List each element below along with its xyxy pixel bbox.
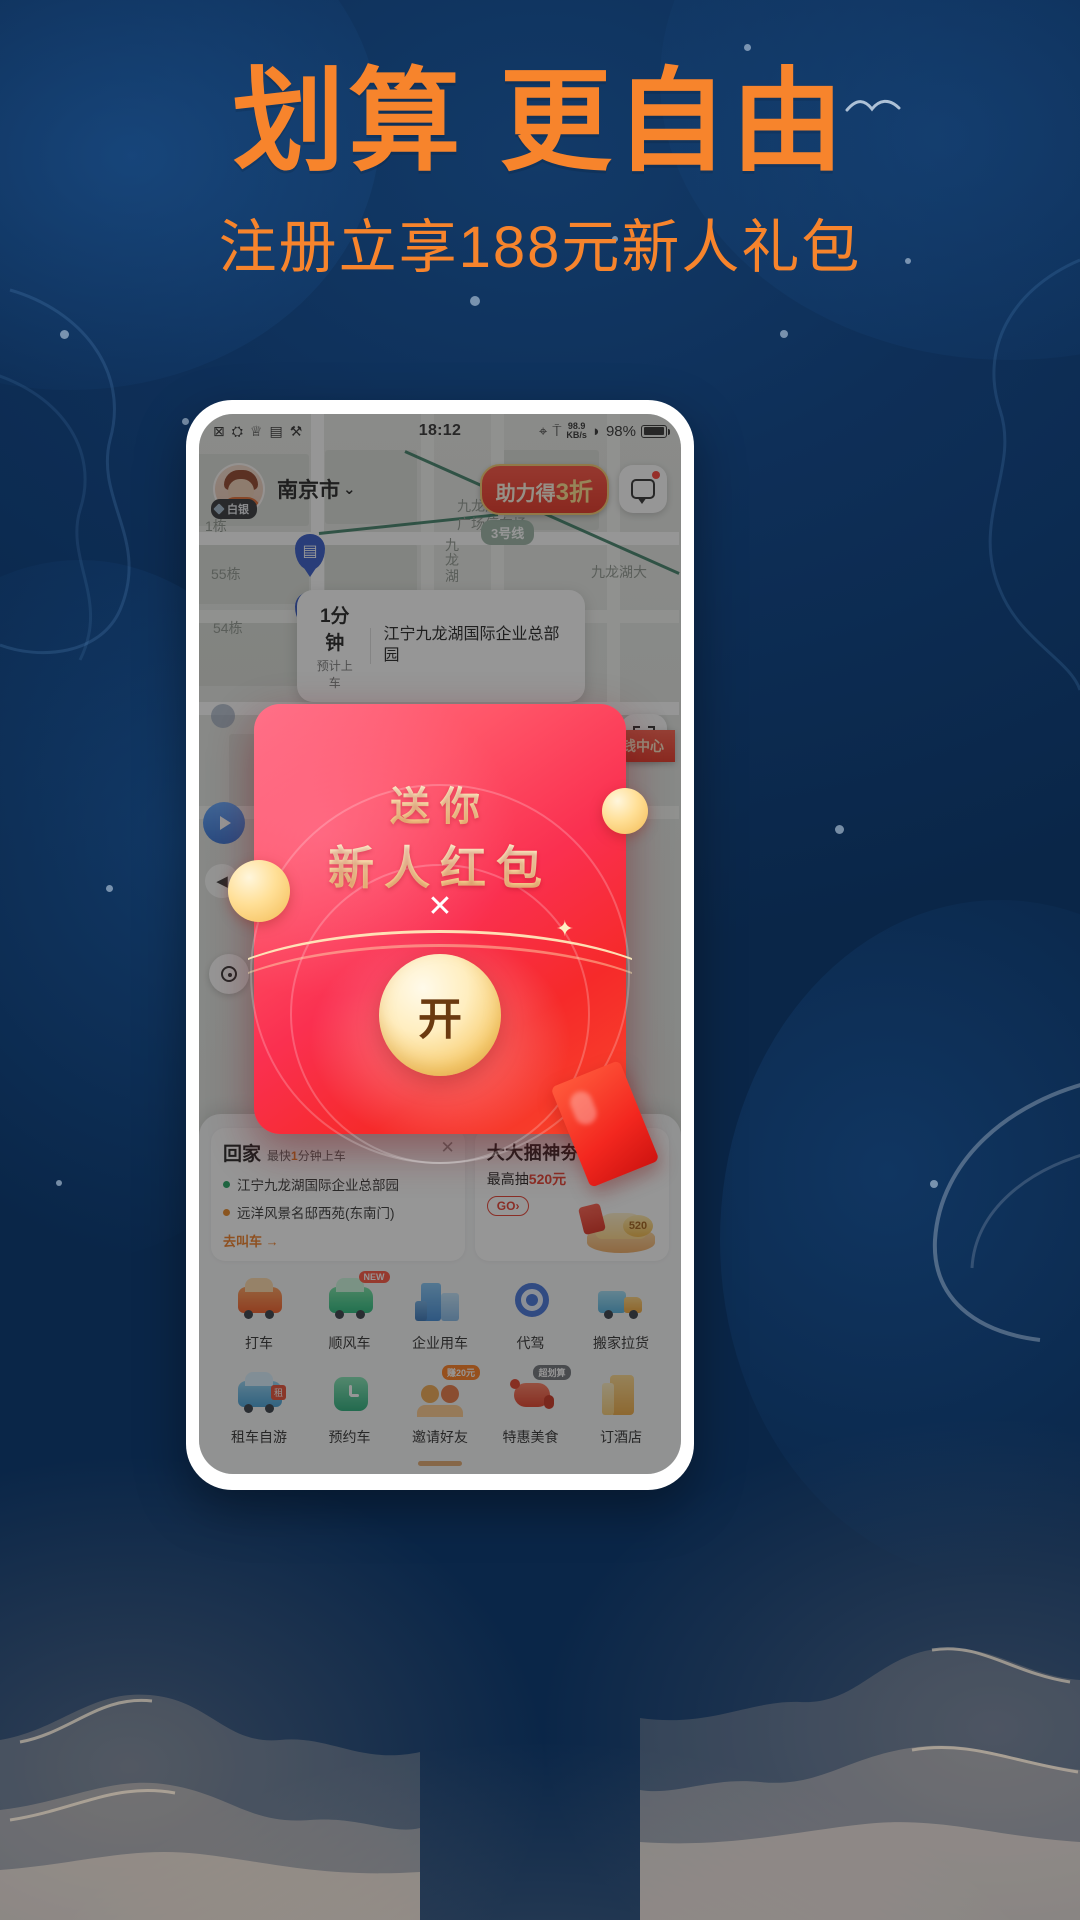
red-packet-line1: 送你 xyxy=(254,774,626,832)
arc-flourish xyxy=(932,1083,1080,1342)
bottom-cloud-right xyxy=(640,1647,1080,1920)
star xyxy=(835,825,844,834)
phone-mockup: 九龙湖公园广场停车场 九龙湖 九龙湖大 55栋 54栋 1栋 清水亭西路 3号线… xyxy=(186,400,694,1490)
bottom-cloud-left xyxy=(0,1694,420,1920)
coin-decoration xyxy=(602,788,648,834)
star xyxy=(930,1180,938,1188)
promo-headline: 划算 更自由 xyxy=(232,59,848,184)
star xyxy=(106,885,113,892)
background-swirl xyxy=(720,900,1080,1580)
star xyxy=(182,418,189,425)
cloud-decoration xyxy=(988,258,1080,691)
close-icon[interactable]: ✕ xyxy=(427,892,452,922)
promo-subheadline: 注册立享188元新人礼包 xyxy=(218,215,862,280)
star xyxy=(60,330,69,339)
star xyxy=(780,330,788,338)
open-red-packet-button[interactable]: 开 xyxy=(379,954,501,1076)
star xyxy=(470,296,480,306)
star xyxy=(744,44,751,51)
phone-screen: 九龙湖公园广场停车场 九龙湖 九龙湖大 55栋 54栋 1栋 清水亭西路 3号线… xyxy=(199,414,681,1474)
red-packet-line2: 新人红包 xyxy=(254,832,626,898)
sparkle-icon: ✦ xyxy=(555,916,574,941)
star xyxy=(56,1180,62,1186)
coin-decoration xyxy=(228,860,290,922)
